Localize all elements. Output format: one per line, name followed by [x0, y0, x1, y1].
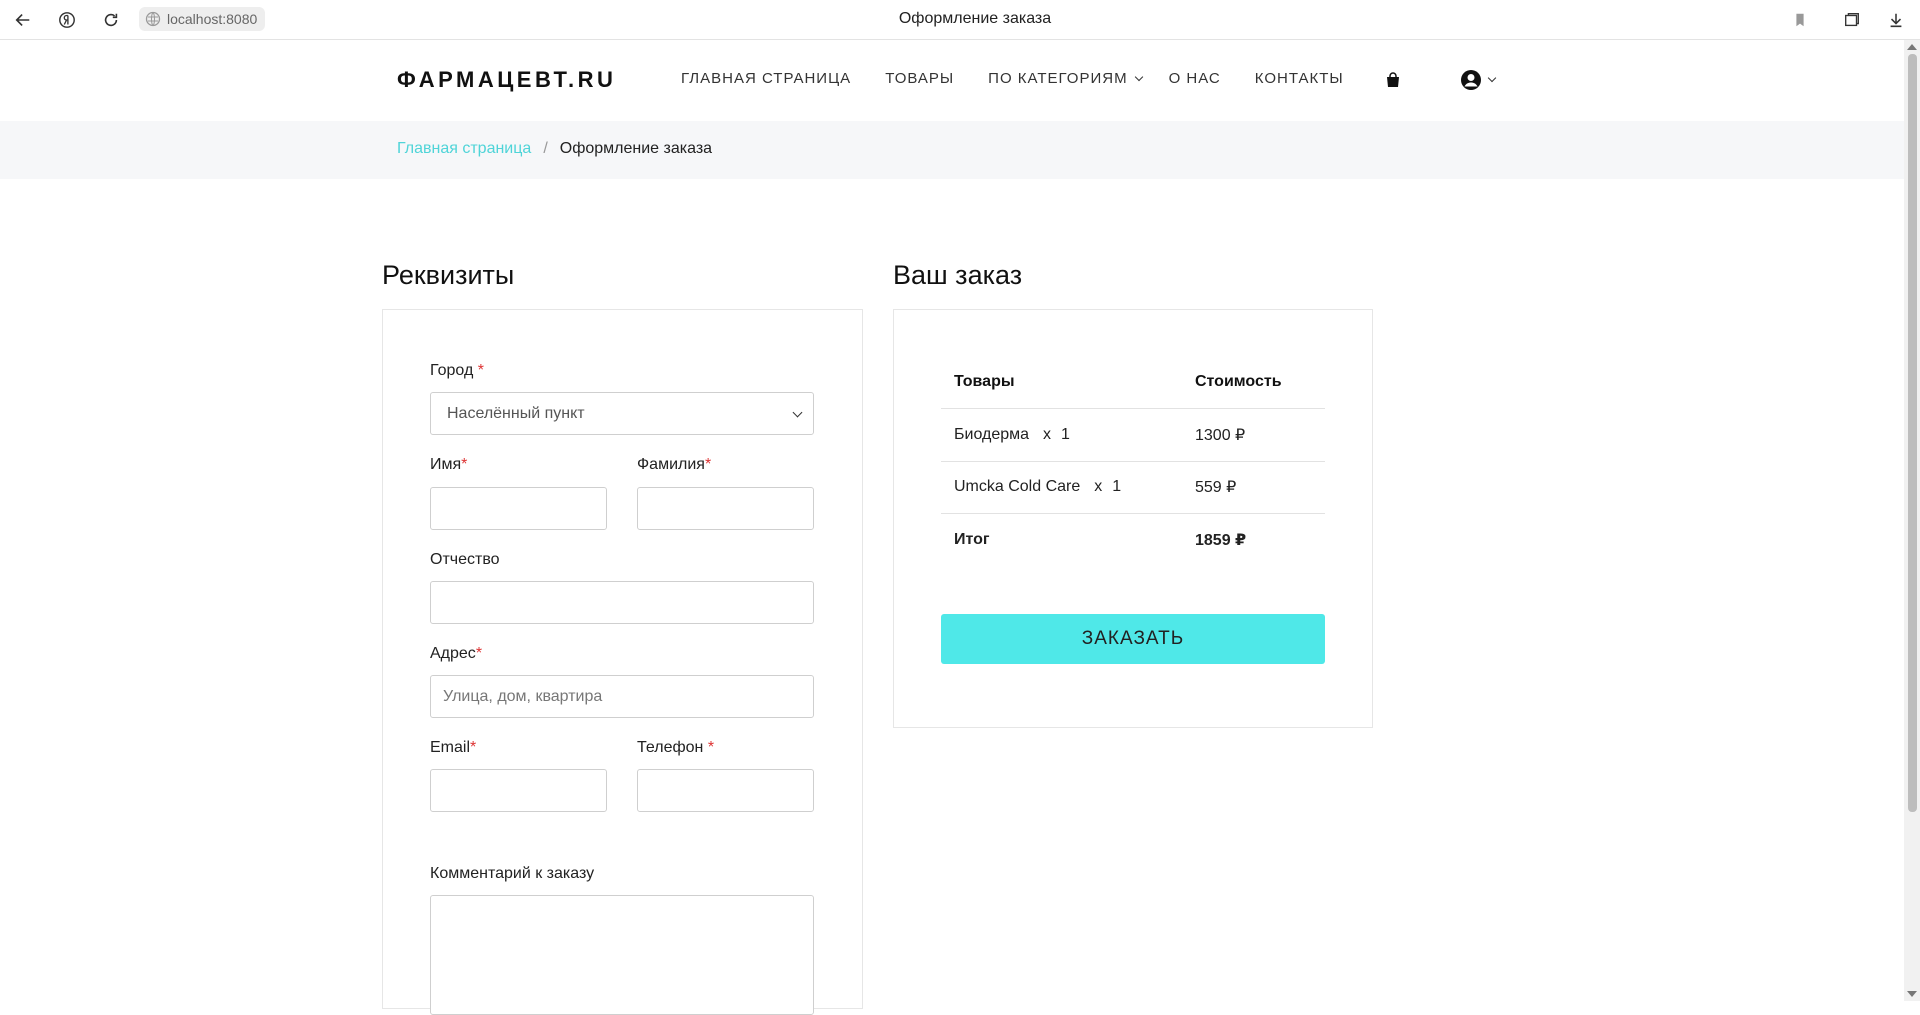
last-name-field[interactable]	[637, 487, 814, 530]
item-qty: 1	[1112, 478, 1122, 496]
nav-products-label: ТОВАРЫ	[885, 70, 955, 87]
page-scrollbar[interactable]	[1904, 40, 1920, 1001]
item-price: 1300 ₽	[1182, 408, 1325, 462]
nav-about-label: О НАС	[1168, 70, 1221, 87]
item-name: Биодерма	[954, 425, 1030, 443]
details-title: Реквизиты	[382, 260, 515, 290]
scrollbar-thumb[interactable]	[1908, 54, 1917, 812]
nav-home-label: ГЛАВНАЯ СТРАНИЦА	[681, 70, 852, 87]
address-label-text: Адрес	[430, 645, 476, 662]
city-label: Город *	[430, 362, 484, 380]
email-label-text: Email	[430, 739, 471, 756]
required-mark: *	[707, 739, 715, 756]
required-mark: *	[470, 739, 477, 756]
email-field[interactable]	[430, 769, 607, 812]
order-title: Ваш заказ	[893, 260, 1023, 290]
total-value: 1859 ₽	[1195, 532, 1247, 549]
item-name: Umcka Cold Care	[954, 478, 1081, 496]
download-icon[interactable]	[1884, 8, 1908, 32]
comment-label: Комментарий к заказу	[430, 865, 595, 882]
patronymic-label: Отчество	[430, 551, 500, 568]
user-menu[interactable]	[1460, 69, 1497, 91]
table-row: Биодерма x 1 1300 ₽	[941, 408, 1325, 462]
tab-title: Оформление заказа	[898, 10, 1052, 27]
order-table: Товары Стоимость Биодерма x 1 1300 ₽ Umcka…	[941, 356, 1325, 566]
breadcrumb-separator: /	[543, 140, 548, 157]
col-cost-header: Стоимость	[1182, 356, 1325, 409]
item-price: 559 ₽	[1182, 461, 1325, 514]
chevron-down-icon	[1134, 72, 1143, 81]
nav-home[interactable]: ГЛАВНАЯ СТРАНИЦА	[681, 70, 851, 87]
site-logo[interactable]: ФАРМАЦЕВТ.RU	[397, 67, 616, 93]
nav-categories-label: ПО КАТЕГОРИЯМ	[988, 70, 1128, 87]
required-mark: *	[475, 645, 483, 662]
table-header-row: Товары Стоимость	[941, 356, 1325, 409]
email-label: Email*	[430, 739, 476, 757]
city-select[interactable]: Населённый пункт	[430, 392, 814, 435]
item-multiplier: x	[1094, 478, 1103, 496]
main-nav: ГЛАВНАЯ СТРАНИЦА ТОВАРЫ ПО КАТЕГОРИЯМ О …	[681, 70, 1378, 87]
phone-label: Телефон *	[637, 739, 714, 757]
breadcrumb-home-link[interactable]: Главная страница	[397, 140, 531, 158]
patronymic-field[interactable]	[430, 581, 814, 624]
scroll-down-icon[interactable]	[1907, 991, 1917, 997]
city-label-text: Город	[430, 362, 474, 379]
collections-icon[interactable]	[1840, 8, 1864, 32]
site-header: ФАРМАЦЕВТ.RU ГЛАВНАЯ СТРАНИЦА ТОВАРЫ ПО …	[0, 41, 1904, 121]
breadcrumb: Главная страница / Оформление заказа	[397, 140, 712, 158]
bookmark-icon[interactable]	[1788, 8, 1812, 32]
address-field[interactable]: Улица, дом, квартира	[430, 675, 814, 718]
total-label: Итог	[954, 531, 990, 548]
col-products-header: Товары	[941, 356, 1182, 409]
user-icon	[1461, 70, 1481, 90]
first-name-field[interactable]	[430, 487, 607, 530]
item-qty: 1	[1061, 425, 1070, 443]
required-mark: *	[477, 362, 484, 379]
last-name-label: Фамилия*	[637, 456, 711, 474]
phone-label-text: Телефон	[637, 739, 704, 756]
place-order-button[interactable]: ЗАКАЗАТЬ	[941, 614, 1325, 664]
last-name-label-text: Фамилия	[637, 456, 705, 473]
nav-products[interactable]: ТОВАРЫ	[885, 70, 954, 87]
item-cell: Биодерма x 1	[941, 408, 1182, 462]
breadcrumb-bar: Главная страница / Оформление заказа	[0, 121, 1904, 179]
nav-contacts-label: КОНТАКТЫ	[1254, 70, 1344, 87]
browser-toolbar: localhost:8080 Оформление заказа	[0, 0, 1920, 40]
city-select-value: Населённый пункт	[447, 405, 585, 422]
item-cell: Umcka Cold Care x 1	[941, 461, 1182, 514]
nav-contacts[interactable]: КОНТАКТЫ	[1255, 70, 1344, 87]
chevron-down-icon	[1487, 73, 1497, 83]
table-row: Umcka Cold Care x 1 559 ₽	[941, 461, 1325, 514]
address-placeholder: Улица, дом, квартира	[443, 688, 603, 705]
scroll-up-icon[interactable]	[1907, 44, 1917, 50]
nav-categories[interactable]: ПО КАТЕГОРИЯМ	[988, 70, 1143, 87]
phone-field[interactable]	[637, 769, 814, 812]
total-row: Итог 1859 ₽	[941, 514, 1325, 567]
breadcrumb-current: Оформление заказа	[559, 140, 713, 157]
shopping-bag-icon[interactable]	[1384, 71, 1402, 89]
first-name-label: Имя*	[430, 456, 467, 474]
item-multiplier: x	[1043, 425, 1052, 443]
required-mark: *	[461, 456, 468, 473]
nav-about[interactable]: О НАС	[1169, 70, 1221, 87]
comment-textarea[interactable]	[430, 895, 814, 1015]
first-name-label-text: Имя	[430, 456, 462, 473]
required-mark: *	[704, 456, 712, 473]
address-label: Адрес*	[430, 645, 482, 663]
chevron-down-icon	[792, 407, 803, 418]
